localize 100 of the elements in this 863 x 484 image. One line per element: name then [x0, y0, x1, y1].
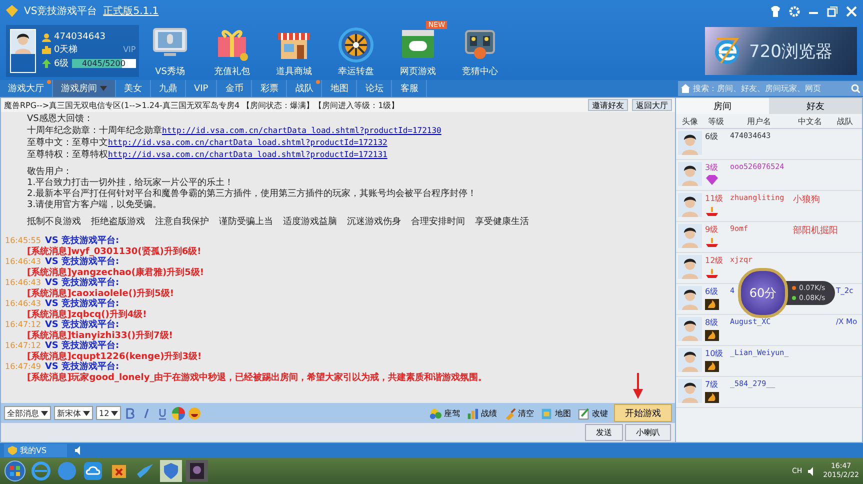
nav-tab[interactable]: VIP	[186, 80, 218, 97]
bar-chart-icon	[42, 45, 51, 54]
announcement-title: VS感恩大回馈：	[27, 114, 94, 125]
player-level: 10级	[705, 348, 724, 359]
player-level: 6级	[705, 131, 720, 142]
feature-label[interactable]: VS秀场	[155, 64, 185, 78]
message-time: 16:47:12	[5, 341, 41, 351]
send-button[interactable]: 发送	[585, 424, 623, 441]
tool-button[interactable]: 地图	[540, 406, 571, 420]
slogan-text: 拒绝盗版游戏	[91, 217, 145, 228]
edit-icon	[577, 406, 590, 420]
system-message: [系统消息]caoxiaolele()升到5级!	[26, 288, 175, 298]
avatar-drawing	[678, 286, 702, 310]
column-header[interactable]: 等级	[704, 116, 728, 126]
column-header[interactable]: 中文名	[790, 116, 830, 126]
message-sender: VS 竞技游戏平台:	[44, 362, 120, 372]
app-logo-icon	[6, 5, 18, 17]
arrow-annotation	[633, 373, 643, 399]
feature-label[interactable]: 竞猜中心	[462, 64, 498, 78]
slogan-text: 享受健康生活	[475, 217, 529, 228]
message-time: 16:45:55	[5, 236, 41, 246]
player-level: 3级	[705, 162, 720, 173]
nav-tab[interactable]: 游戏房间	[53, 80, 116, 97]
start-orb-icon[interactable]	[4, 460, 26, 482]
version-link[interactable]: 正式版5.1.1	[103, 4, 159, 18]
slogan-text: 谨防受骗上当	[219, 217, 273, 228]
cloud-icon[interactable]	[82, 460, 104, 482]
slogan-text: 抵制不良游戏	[27, 217, 81, 228]
horn-button[interactable]: 小喇叭	[625, 424, 671, 441]
tool-button[interactable]: 战绩	[466, 406, 497, 420]
product-link[interactable]: http://id.vsa.com.cn/chartData_load.shtml?productId=172131	[108, 150, 388, 159]
product-link[interactable]: http://id.vsa.com.cn/chartData_load.shtml?productId=172130	[162, 126, 442, 135]
message-time: 16:46:43	[5, 299, 41, 309]
search-icon[interactable]	[851, 84, 860, 93]
message-sender: VS 竞技游戏平台:	[44, 341, 120, 351]
avatar-drawing	[678, 255, 702, 279]
caret-icon	[41, 410, 48, 416]
feature-label[interactable]: 网页游戏	[400, 64, 436, 78]
player-level: 7级	[705, 379, 720, 390]
message-sender: VS 竞技游戏平台:	[44, 257, 120, 267]
feature-label[interactable]: 道具商城	[276, 64, 312, 78]
tool-button[interactable]: 清空	[503, 406, 534, 420]
color-wheel-icon[interactable]	[172, 406, 186, 420]
tool-button[interactable]: 改键	[577, 406, 608, 420]
ad-text: 720浏览器	[749, 40, 832, 62]
speed-score-overlay[interactable]: 60分	[738, 268, 788, 318]
column-header[interactable]: 战队	[830, 116, 860, 126]
restore-icon[interactable]	[827, 6, 838, 16]
close-icon[interactable]	[846, 6, 857, 16]
avatar-drawing	[678, 193, 702, 217]
vip-label: VIP	[123, 45, 136, 54]
feature-label[interactable]: 幸运转盘	[338, 64, 374, 78]
shield-icon[interactable]	[160, 460, 182, 482]
shirt-icon[interactable]	[770, 6, 781, 16]
message-sender: VS 竞技游戏平台:	[44, 278, 120, 288]
avatar-drawing	[678, 379, 702, 403]
column-header[interactable]: 头像	[676, 116, 704, 126]
nav-tab[interactable]: 战队	[287, 80, 322, 97]
browser-icon[interactable]	[30, 460, 52, 482]
slogan-text: 注意自我保护	[155, 217, 209, 228]
sidebar-tab[interactable]: 好友	[769, 98, 862, 114]
room-info: 魔兽RPG-->真三国无双电信专区(1-->1.24-真三国无双军岛专房4 【房间状态：爆满】【房间进入等级：1级】	[4, 100, 400, 110]
font-dropdown[interactable]: 新宋体	[54, 406, 93, 420]
nav-tab[interactable]: 论坛	[357, 80, 392, 97]
browser-ad-banner[interactable]: 720浏览器	[705, 27, 857, 75]
message-time: 16:46:43	[5, 278, 41, 288]
smiley-icon[interactable]	[188, 406, 202, 420]
my-vs-button[interactable]: 我的VS	[4, 444, 67, 457]
system-message: [系统消息]tianyizhi33()升到7级!	[26, 330, 174, 340]
size-dropdown[interactable]: 12	[96, 406, 122, 420]
feature-label[interactable]: 充值礼包	[214, 64, 250, 78]
nav-tab[interactable]: 地图	[322, 80, 358, 97]
bold-icon[interactable]	[124, 406, 138, 420]
sidebar-tab[interactable]: 房间	[676, 98, 769, 114]
column-header[interactable]: 用户名	[728, 116, 790, 126]
nav-tab[interactable]: 客服	[392, 80, 428, 97]
caret-icon	[111, 410, 118, 416]
search-field[interactable]: 搜索：房间、好友、房间玩家、网页	[678, 81, 863, 96]
nav-tab[interactable]: 九鼎	[151, 80, 186, 97]
avatar-drawing	[11, 30, 35, 54]
wheel-icon[interactable]	[336, 24, 376, 64]
shield-icon	[8, 446, 17, 455]
message-filter-dropdown[interactable]: 全部消息	[4, 406, 51, 420]
system-message: [系统消息]yangzechao(康君雅)升到5级!	[26, 268, 205, 278]
room-button[interactable]: 邀请好友	[588, 99, 628, 111]
caret-icon	[100, 86, 107, 91]
nav-tab[interactable]: 美女	[116, 80, 151, 97]
nav-tab[interactable]: 彩票	[252, 80, 288, 97]
system-message: [系统消息]zqbcq()升到4级!	[26, 310, 148, 320]
link-label: 至尊中文：至尊中文	[27, 138, 108, 148]
tool-button[interactable]: 座驾	[429, 406, 460, 420]
start-game-button[interactable]: 开始游戏	[614, 404, 672, 422]
room-button[interactable]: 返回大厅	[632, 99, 672, 111]
settings-icon[interactable]	[789, 6, 800, 16]
product-link[interactable]: http://id.vsa.com.cn/chartData_load.shtml?productId=172132	[108, 138, 388, 147]
warcraft-icon[interactable]	[186, 460, 208, 482]
notice-text: 3.请使用官方客户端，以免受骗。	[27, 200, 163, 211]
notice-text: 2.最新本平台严打任何针对平台和魔兽争霸的第三方插件，使用第三方插件的玩家，其账号均会被平台程序封停！	[27, 189, 478, 200]
player-level: 6级	[705, 286, 720, 297]
nav-tab[interactable]: 金币	[217, 80, 252, 97]
